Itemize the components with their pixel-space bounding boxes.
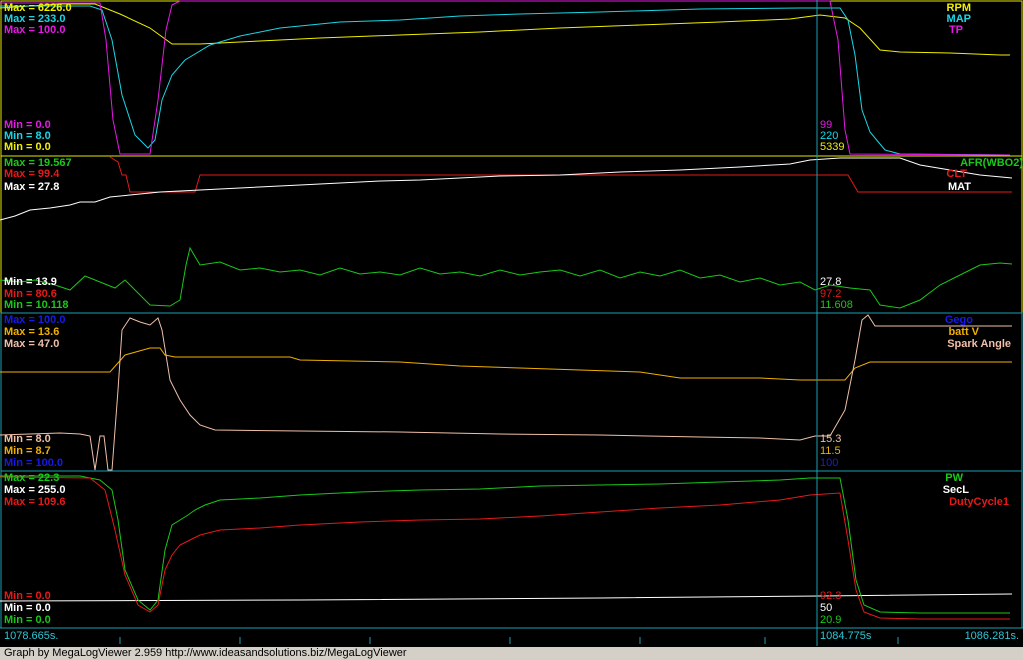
- tp-max-label: Max = 100.0: [4, 24, 66, 36]
- pw-max-label: Max = 22.3: [4, 472, 60, 484]
- mat-max-label: Max = 27.8: [4, 181, 60, 193]
- spark-cursor-value: 15.3: [820, 433, 842, 445]
- pw-series-label[interactable]: PW: [945, 472, 1023, 484]
- mat-min-label: Min = 13.9: [4, 276, 57, 288]
- duty-series-label[interactable]: DutyCycle1: [949, 496, 1023, 508]
- secl-cursor-value: 50: [820, 602, 833, 614]
- afr-min-label: Min = 10.118: [4, 299, 69, 311]
- spark-series-label[interactable]: Spark Angle: [947, 338, 1023, 350]
- clt-max-label: Max = 99.4: [4, 168, 60, 180]
- status-bar: Graph by MegaLogViewer 2.959 http://www.…: [0, 647, 1023, 660]
- batt-series-label[interactable]: batt V: [948, 326, 1023, 338]
- secl-max-label: Max = 255.0: [4, 484, 66, 496]
- time-end-label: 1086.281s.: [964, 630, 1019, 642]
- gego-series-label[interactable]: Gego: [945, 314, 1023, 326]
- gego-min-label: Min = 100.0: [4, 457, 64, 469]
- rpm-cursor-value: 5339: [820, 141, 845, 153]
- duty-cursor-value: 92.3: [820, 590, 842, 602]
- batt-min-label: Min = 8.7: [4, 445, 51, 457]
- secl-min-label: Min = 0.0: [4, 602, 51, 614]
- log-graph-area[interactable]: [0, 0, 1023, 660]
- time-start-label: 1078.665s.: [4, 630, 59, 642]
- batt-cursor-value: 11.5: [820, 445, 841, 457]
- gego-max-label: Max = 100.0: [4, 314, 66, 326]
- clt-series-label[interactable]: CLT: [946, 168, 1023, 180]
- tp-series-label[interactable]: TP: [949, 24, 1023, 36]
- gego-cursor-value: 100: [820, 457, 839, 469]
- duty-min-label: Min = 0.0: [4, 590, 51, 602]
- spark-min-label: Min = 8.0: [4, 433, 51, 445]
- time-cursor-label: 1084.775s: [820, 630, 872, 642]
- rpm-min-label: Min = 0.0: [4, 141, 51, 153]
- afr-cursor-value: 11.608: [820, 299, 853, 311]
- pw-min-label: Min = 0.0: [4, 614, 51, 626]
- mat-cursor-value: 27.8: [820, 276, 842, 288]
- duty-max-label: Max = 109.6: [4, 496, 66, 508]
- mat-series-label[interactable]: MAT: [948, 181, 1023, 193]
- spark-max-label: Max = 47.0: [4, 338, 60, 350]
- secl-series-label[interactable]: SecL: [943, 484, 1023, 496]
- pw-cursor-value: 20.9: [820, 614, 842, 626]
- batt-max-label: Max = 13.6: [4, 326, 60, 338]
